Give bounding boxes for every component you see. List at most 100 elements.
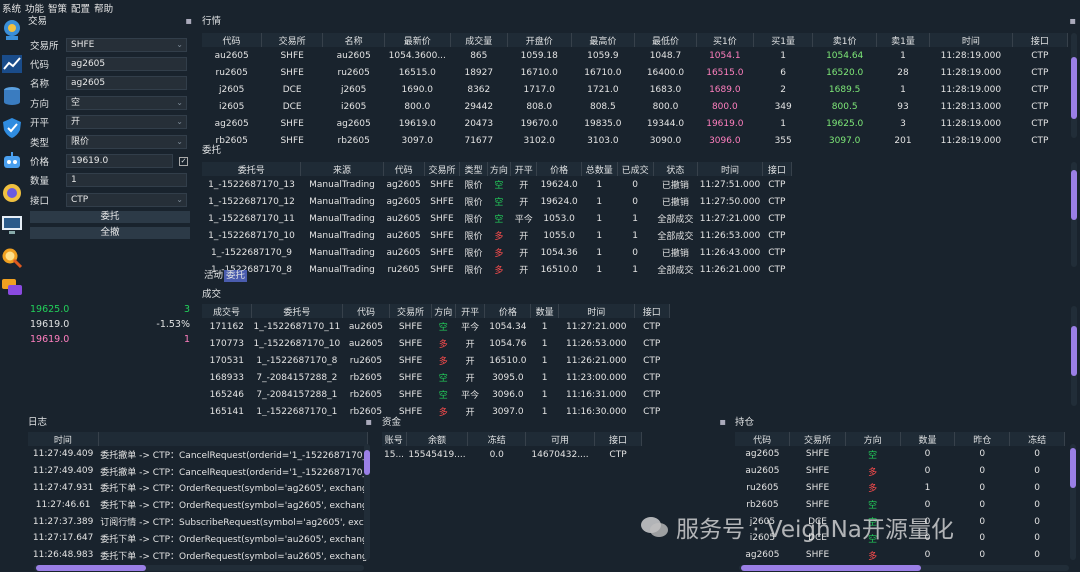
column-header[interactable]: 代码 (202, 33, 262, 47)
price-input[interactable]: 19619.0 (66, 154, 173, 168)
order-scrollbar[interactable] (1071, 162, 1077, 267)
chart-icon[interactable] (1, 53, 23, 75)
column-header[interactable]: 接口 (1012, 33, 1069, 47)
exchange-select[interactable]: SHFE ⌄ (66, 38, 187, 52)
order-scrollbar-thumb[interactable] (1071, 170, 1077, 220)
table-row[interactable]: 170773 1_-1522687170_10 au2605 SHFE 多 开 1054.7… (202, 335, 670, 352)
column-header[interactable]: 最高价 (571, 33, 636, 47)
column-header[interactable]: 接口 (762, 162, 793, 176)
table-row[interactable]: 11:27:46.61 委托下单 -> CTP：OrderRequest(symb… (28, 496, 368, 513)
symbol-input[interactable]: ag2605 (66, 57, 187, 71)
menu-function[interactable]: 功能 (25, 1, 44, 15)
table-row[interactable]: 1_-1522687170_13 ManualTrading ag2605 SHFE 限… (202, 176, 792, 193)
direction-select[interactable]: 空 ⌄ (66, 96, 187, 110)
table-row[interactable]: 1_-1522687170_9 ManualTrading au2605 SHFE 限价… (202, 244, 792, 261)
column-header[interactable]: 时间 (28, 432, 99, 446)
table-row[interactable]: 11:26:48.983 委托下单 -> CTP：OrderRequest(sym… (28, 547, 368, 564)
table-row[interactable]: au2605 SHFE au2605 1054.3600... 865 1059.18 10… (202, 47, 1068, 64)
trade-scrollbar-thumb[interactable] (1071, 326, 1077, 376)
panel-menu-icon[interactable]: ▪ (185, 15, 192, 29)
tick-scrollbar-thumb[interactable] (1071, 57, 1077, 119)
tab-all-orders[interactable]: 委托 (224, 270, 248, 282)
panel-menu-icon[interactable]: ▪ (365, 416, 372, 430)
table-row[interactable]: 15... 15545419.... 0.0 14670432.... CTP (382, 446, 642, 463)
column-header[interactable]: 买1价 (696, 33, 754, 47)
log-hscrollbar-thumb[interactable] (36, 565, 146, 571)
menu-config[interactable]: 配置 (71, 1, 90, 15)
depth-price[interactable]: 19619.0 (30, 332, 69, 347)
table-row[interactable]: 11:27:49.409 委托撤单 -> CTP：CancelRequest(or… (28, 446, 368, 463)
log-vscrollbar-thumb[interactable] (364, 450, 370, 475)
column-header[interactable]: 名称 (322, 33, 385, 47)
table-row[interactable]: 168933 7_-2084157288_2 rb2605 SHFE 空 开 3095.0 1… (202, 369, 670, 386)
column-header[interactable]: 价格 (536, 162, 582, 176)
position-hscrollbar[interactable] (739, 565, 1069, 571)
send-order-button[interactable]: 委托 (30, 211, 190, 223)
type-select[interactable]: 限价 ⌄ (66, 135, 187, 149)
column-header[interactable]: 开平 (510, 162, 538, 176)
column-header[interactable]: 委托号 (202, 162, 302, 176)
column-header[interactable]: 交易所 (389, 304, 432, 318)
tab-active-orders[interactable]: 活动 (202, 270, 225, 282)
table-row[interactable]: ag2605 SHFE ag2605 19619.0 20473 19670.0 19835… (202, 115, 1068, 132)
position-vscrollbar[interactable] (1070, 444, 1076, 560)
table-row[interactable]: ag2605 SHFE 空 0 0 0 (735, 446, 1065, 463)
panel-menu-icon[interactable]: ▪ (1069, 15, 1076, 29)
column-header[interactable]: 交易所 (789, 432, 846, 446)
column-header[interactable]: 委托号 (251, 304, 343, 318)
menu-system[interactable]: 系统 (2, 1, 21, 15)
column-header[interactable]: 时间 (697, 162, 763, 176)
price-checkbox[interactable]: ✓ (179, 156, 188, 166)
column-header[interactable]: 价格 (484, 304, 532, 318)
monitor-icon[interactable] (1, 214, 23, 236)
column-header[interactable]: 交易所 (424, 162, 461, 176)
table-row[interactable]: ru2605 SHFE 多 1 0 0 (735, 480, 1065, 497)
column-header[interactable]: 接口 (634, 304, 670, 318)
table-row[interactable]: 170531 1_-1522687170_8 ru2605 SHFE 多 开 16510.0… (202, 352, 670, 369)
table-row[interactable]: 11:27:37.389 订阅行情 -> CTP：SubscribeRequest… (28, 513, 368, 530)
table-row[interactable]: ag2605 SHFE 多 0 0 0 (735, 547, 1065, 564)
table-row[interactable]: 1_-1522687170_12 ManualTrading ag2605 SHFE 限… (202, 193, 792, 210)
risk-shield-icon[interactable] (1, 117, 23, 139)
depth-price[interactable]: 19619.0 (30, 317, 69, 332)
position-hscrollbar-thumb[interactable] (741, 565, 921, 571)
search-icon[interactable] (1, 247, 23, 269)
panel-menu-icon[interactable]: ▪ (719, 416, 726, 430)
table-row[interactable]: j2605 DCE j2605 1690.0 8362 1717.0 1721.0 1683.… (202, 81, 1068, 98)
table-row[interactable]: ru2605 SHFE ru2605 16515.0 18927 16710.0 16710… (202, 64, 1068, 81)
column-header[interactable]: 方向 (845, 432, 901, 446)
column-header[interactable]: 数量 (900, 432, 956, 446)
column-header[interactable]: 账号 (382, 432, 407, 446)
column-header[interactable]: 买1量 (753, 33, 814, 47)
column-header[interactable]: 最新价 (384, 33, 451, 47)
table-row[interactable]: 171162 1_-1522687170_11 au2605 SHFE 空 平今 1054.… (202, 318, 670, 335)
column-header[interactable]: 成交量 (450, 33, 508, 47)
database-icon[interactable] (1, 85, 23, 107)
column-header[interactable]: 开平 (455, 304, 486, 318)
column-header[interactable]: 数量 (530, 304, 559, 318)
trade-scrollbar[interactable] (1071, 306, 1077, 406)
log-hscrollbar[interactable] (34, 565, 364, 571)
column-header[interactable]: 昨仓 (954, 432, 1011, 446)
column-header[interactable]: 方向 (431, 304, 456, 318)
column-header[interactable]: 卖1价 (812, 33, 877, 47)
table-row[interactable]: 165246 7_-2084157288_1 rb2605 SHFE 空 平今 3096.0… (202, 386, 670, 403)
table-row[interactable]: 11:27:17.647 委托下单 -> CTP：OrderRequest(sym… (28, 530, 368, 547)
column-header[interactable]: 时间 (929, 33, 1013, 47)
gateway-select[interactable]: CTP ⌄ (66, 193, 187, 207)
column-header[interactable]: 已成交 (617, 162, 654, 176)
algo-icon[interactable] (1, 182, 23, 204)
depth-price[interactable]: 19625.0 (30, 302, 69, 317)
table-row[interactable]: 1_-1522687170_10 ManualTrading au2605 SHFE 限… (202, 227, 792, 244)
column-header[interactable]: 来源 (300, 162, 384, 176)
column-header[interactable]: 代码 (383, 162, 425, 176)
column-header[interactable]: 方向 (487, 162, 512, 176)
table-row[interactable]: 11:27:49.409 委托撤单 -> CTP：CancelRequest(or… (28, 463, 368, 480)
offset-select[interactable]: 开 ⌄ (66, 115, 187, 129)
column-header[interactable]: 代码 (342, 304, 391, 318)
volume-input[interactable]: 1 (66, 173, 187, 187)
column-header[interactable]: 总数量 (581, 162, 618, 176)
menu-help[interactable]: 帮助 (94, 1, 113, 15)
column-header[interactable]: 冻结 (1009, 432, 1065, 446)
column-header[interactable]: 最低价 (634, 33, 697, 47)
